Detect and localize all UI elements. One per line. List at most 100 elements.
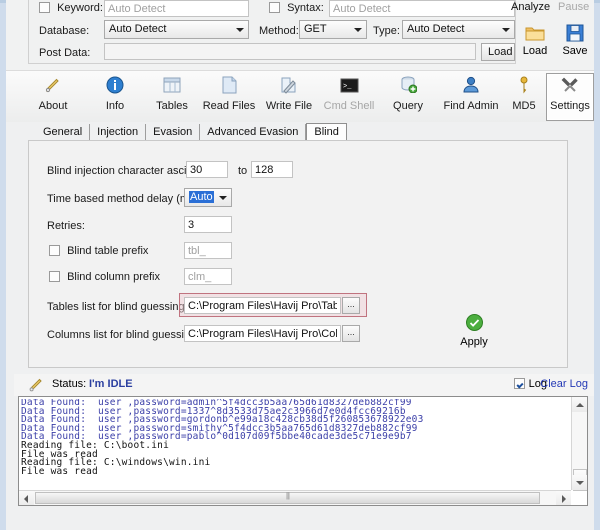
post-data-label: Post Data: (39, 47, 90, 59)
toolbar-label-info: Info (84, 100, 146, 112)
wrench-icon (547, 76, 593, 100)
toolbar-label-about: About (22, 100, 84, 112)
tab-evasion[interactable]: Evasion (146, 124, 200, 141)
log-text[interactable]: Data Found: user ,password=admin^5f4dcc3… (21, 399, 570, 489)
type-value: Auto Detect (407, 23, 464, 35)
blind-table-prefix-checkbox[interactable] (49, 245, 60, 256)
blind-settings-group: Blind injection character ascii set: to … (28, 140, 568, 368)
keyword-checkbox[interactable] (39, 2, 50, 13)
toolbar-label-read-files: Read Files (198, 100, 260, 112)
folder-icon (515, 24, 555, 44)
apply-button[interactable]: Apply (449, 314, 499, 348)
write-icon (258, 76, 320, 100)
request-config-zone: Keyword: Syntax: Database: Auto Detect M… (6, 0, 594, 70)
database-combobox[interactable]: Auto Detect (104, 20, 249, 39)
main-toolbar: About Info Tables Read Files Write File (6, 70, 594, 122)
analyze-button[interactable]: Analyze (511, 1, 550, 13)
syntax-label: Syntax: (287, 2, 324, 14)
chevron-down-icon (236, 28, 244, 32)
toolbar-label-write-file: Write File (258, 100, 320, 112)
pencil-icon (22, 76, 84, 100)
type-combobox[interactable]: Auto Detect (402, 20, 515, 39)
toolbar-button-settings[interactable]: Settings (546, 73, 594, 121)
toolbar-button-about[interactable]: About (22, 74, 84, 120)
save-button[interactable]: Save (555, 24, 595, 57)
clear-log-button[interactable]: Clear Log (540, 378, 588, 390)
settings-tabstrip: General Injection Evasion Advanced Evasi… (36, 124, 347, 141)
post-data-load-button[interactable]: Load (481, 43, 515, 61)
pause-button: Pause (558, 1, 589, 13)
tab-advanced-evasion[interactable]: Advanced Evasion (200, 124, 306, 141)
time-delay-combobox[interactable]: Auto (184, 188, 232, 207)
apply-button-label: Apply (460, 336, 488, 348)
log-hscroll-thumb[interactable] (35, 492, 540, 504)
tables-list-browse-button[interactable]: ... (342, 297, 360, 314)
status-bar: Status: I'm IDLE Log Clear Log (14, 374, 594, 396)
tables-list-input[interactable] (184, 297, 341, 314)
scroll-up-arrow-icon[interactable] (572, 397, 587, 412)
tab-blind[interactable]: Blind (306, 123, 346, 141)
blind-column-prefix-label: Blind column prefix (67, 271, 160, 283)
ascii-set-from-input[interactable] (186, 161, 228, 178)
console-icon: >_ (318, 76, 380, 100)
toolbar-button-cmd-shell: >_ Cmd Shell (318, 74, 380, 120)
retries-input[interactable] (184, 216, 232, 233)
chevron-down-icon (219, 196, 227, 200)
method-value: GET (304, 23, 327, 35)
toolbar-button-md5[interactable]: MD5 (502, 74, 546, 120)
query-icon (377, 76, 439, 100)
method-combobox[interactable]: GET (299, 20, 367, 39)
log-vertical-scrollbar[interactable] (571, 397, 587, 490)
toolbar-button-read-files[interactable]: Read Files (198, 74, 260, 120)
toolbar-label-tables: Tables (141, 100, 203, 112)
syntax-checkbox[interactable] (269, 2, 280, 13)
log-checkbox[interactable] (514, 378, 525, 389)
database-value: Auto Detect (109, 23, 166, 35)
svg-text:>_: >_ (343, 83, 352, 91)
ascii-set-to-input[interactable] (251, 161, 293, 178)
toolbar-button-query[interactable]: Query (377, 74, 439, 120)
columns-list-browse-button[interactable]: ... (342, 325, 360, 342)
syntax-input[interactable] (329, 0, 515, 17)
load-button[interactable]: Load (515, 24, 555, 57)
status-label: Status: (52, 378, 86, 390)
chevron-down-icon (354, 28, 362, 32)
toolbar-button-write-file[interactable]: Write File (258, 74, 320, 120)
columns-list-input[interactable] (184, 325, 341, 342)
save-button-label: Save (562, 45, 587, 57)
user-icon (434, 76, 508, 100)
info-icon (84, 76, 146, 100)
time-delay-value: Auto (189, 191, 214, 203)
type-label: Type: (373, 25, 400, 37)
blind-table-prefix-label: Blind table prefix (67, 245, 148, 257)
floppy-disk-icon (555, 24, 595, 44)
blind-column-prefix-input[interactable] (184, 268, 232, 285)
toolbar-button-info[interactable]: Info (84, 74, 146, 120)
blind-column-prefix-checkbox[interactable] (49, 271, 60, 282)
key-icon (502, 76, 546, 100)
ascii-set-to-label: to (238, 165, 247, 177)
log-line: Reading file: C:\windows\win.ini (21, 459, 570, 468)
tab-injection[interactable]: Injection (90, 124, 146, 141)
post-data-input[interactable] (104, 43, 476, 60)
toolbar-label-query: Query (377, 100, 439, 112)
toolbar-label-find-admin: Find Admin (434, 100, 508, 112)
log-line: File was read (21, 468, 570, 477)
toolbar-button-tables[interactable]: Tables (141, 74, 203, 120)
havij-main-window: Keyword: Syntax: Database: Auto Detect M… (0, 0, 600, 530)
keyword-input[interactable] (104, 0, 249, 17)
scroll-left-arrow-icon[interactable] (19, 491, 34, 505)
scroll-down-arrow-icon[interactable] (572, 475, 587, 490)
scroll-right-arrow-icon[interactable] (556, 491, 571, 505)
load-button-label: Load (523, 45, 547, 57)
table-icon (141, 76, 203, 100)
log-horizontal-scrollbar[interactable] (19, 490, 571, 505)
tab-general[interactable]: General (36, 124, 90, 141)
log-panel: Data Found: user ,password=admin^5f4dcc3… (18, 396, 588, 506)
green-check-circle-icon (449, 314, 499, 334)
method-label: Method: (259, 25, 299, 37)
blind-table-prefix-input[interactable] (184, 242, 232, 259)
toolbar-button-find-admin[interactable]: Find Admin (434, 74, 508, 120)
log-line: Reading file: C:\boot.ini (21, 442, 570, 451)
toolbar-label-md5: MD5 (502, 100, 546, 112)
